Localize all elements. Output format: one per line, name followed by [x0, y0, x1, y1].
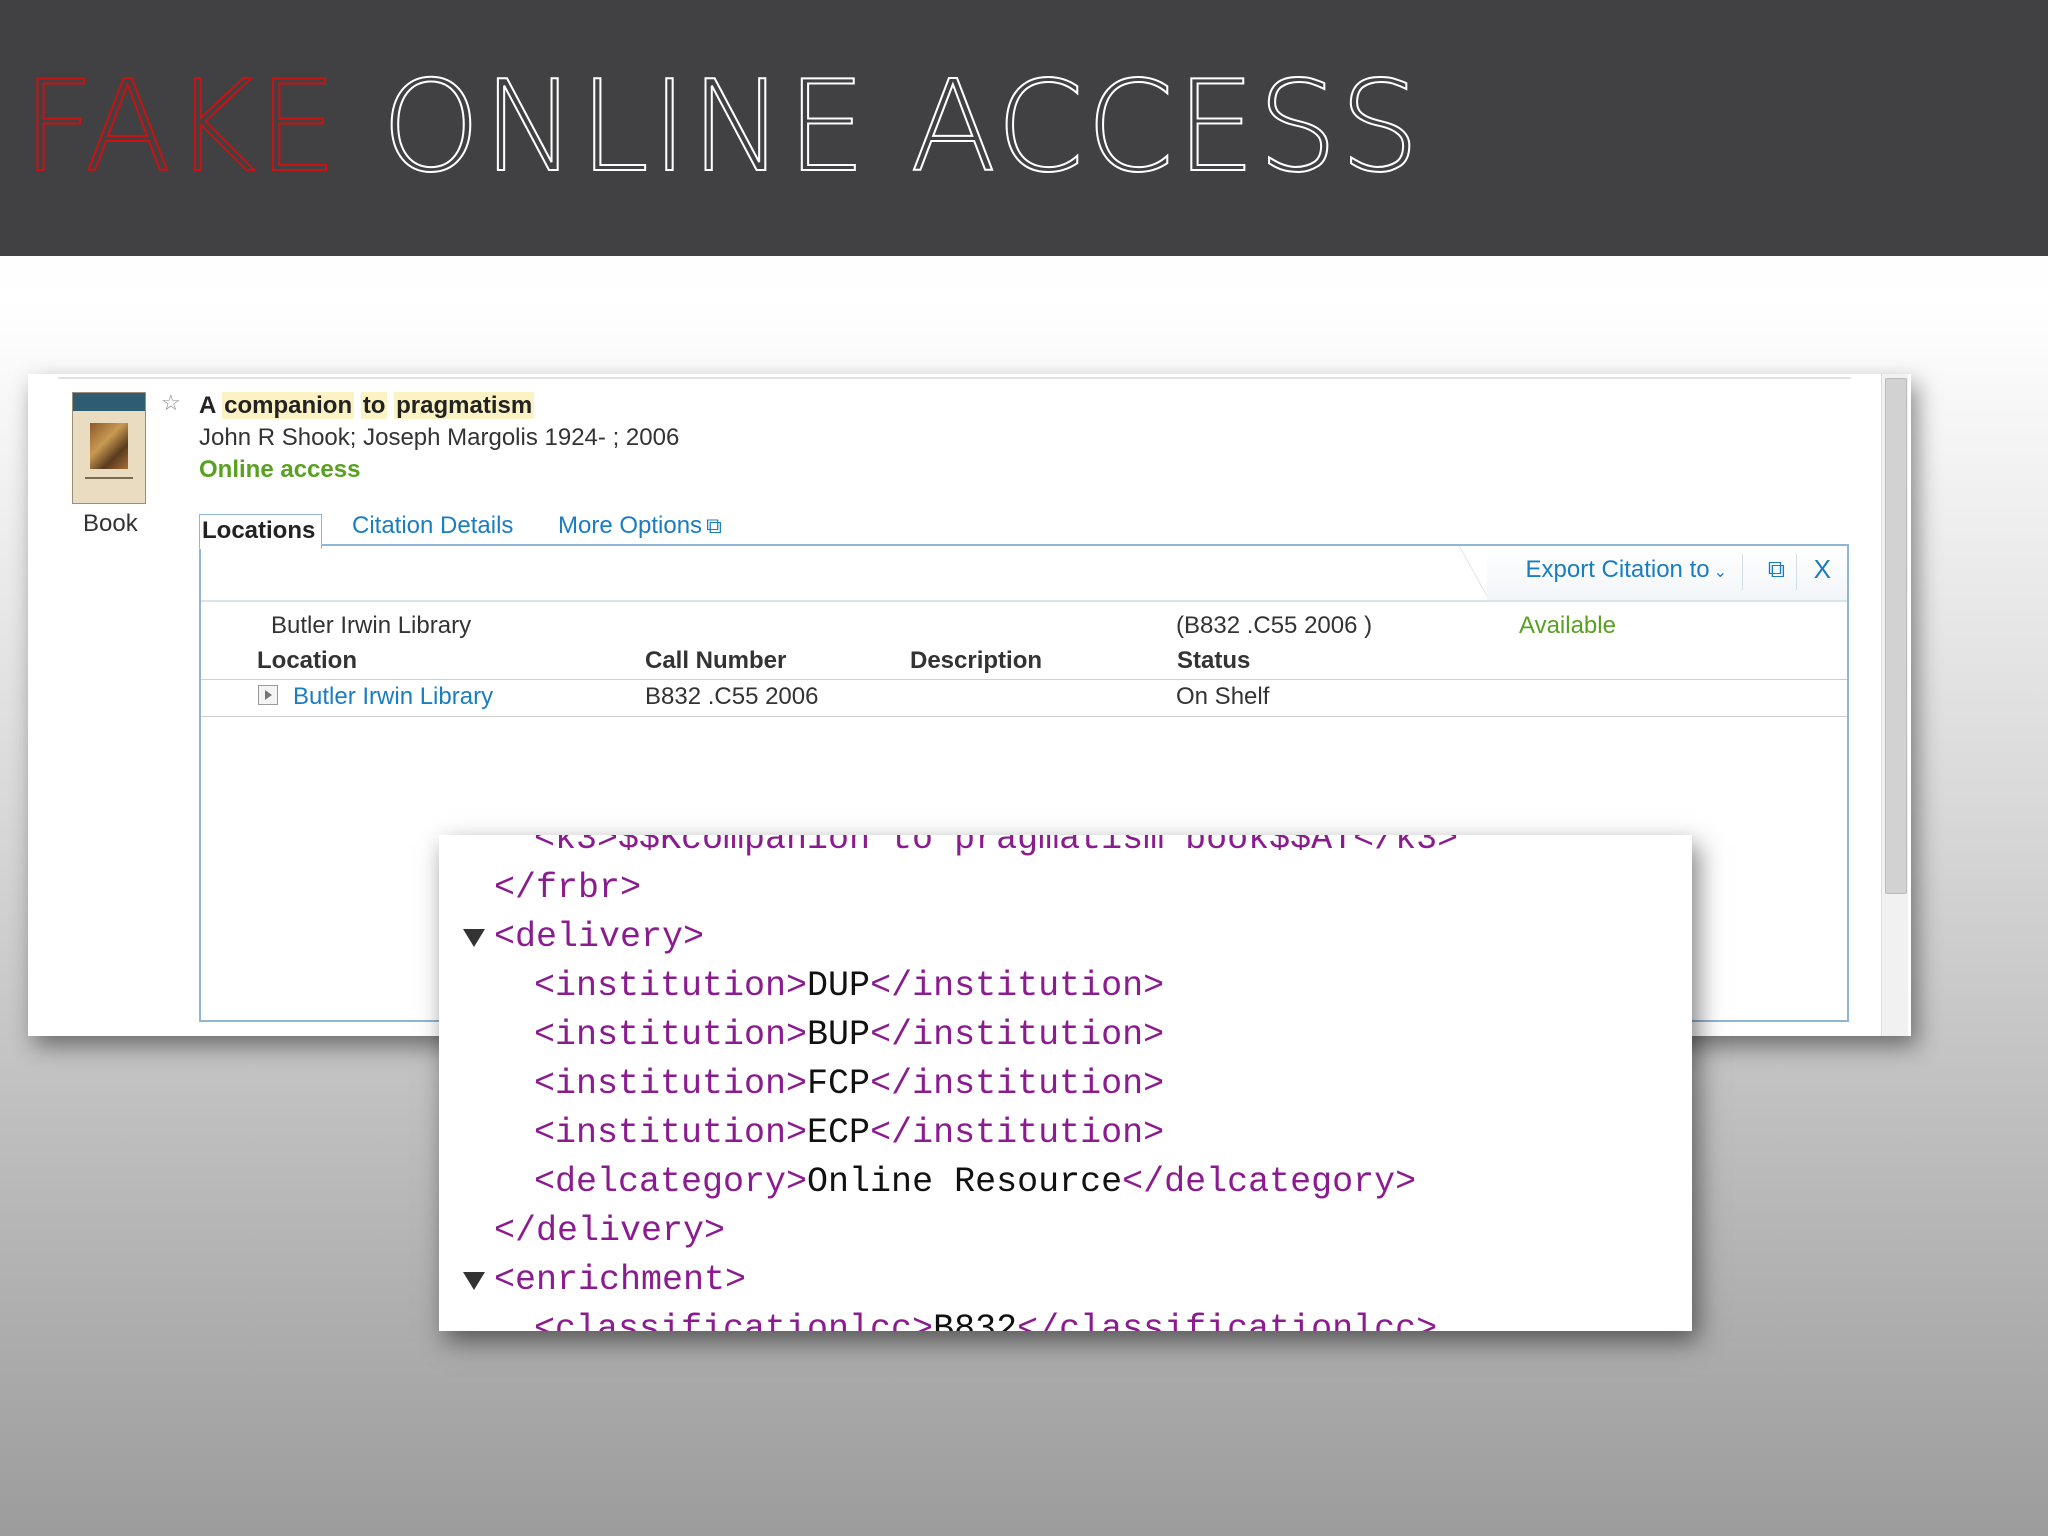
xml-open-tag: <institution> [534, 966, 808, 1006]
xml-open-tag: <institution> [534, 1015, 808, 1055]
format-label: Book [83, 510, 138, 537]
star-icon[interactable]: ☆ [161, 390, 181, 416]
column-header-status: Status [1177, 647, 1251, 674]
cover-text-line [85, 477, 133, 479]
xml-line-delivery-close: </delivery> [494, 1211, 726, 1251]
collapse-triangle-icon[interactable] [463, 929, 485, 947]
toolbar-separator [1796, 554, 1797, 590]
vertical-scrollbar[interactable] [1881, 374, 1908, 1036]
title-highlight-word: pragmatism [394, 392, 535, 419]
xml-close-tag: </delcategory> [1122, 1162, 1417, 1202]
row-divider [201, 716, 1847, 717]
library-group-name: Butler Irwin Library [271, 612, 472, 639]
xml-open-tag: <institution> [534, 1064, 808, 1104]
availability-link[interactable]: Online access [199, 456, 360, 484]
close-panel-button[interactable]: X [1814, 554, 1831, 585]
xml-open-tag: <delcategory> [534, 1162, 808, 1202]
xml-close-tag: </institution> [870, 966, 1165, 1006]
slide-title-rest: ONLINE ACCESS [380, 53, 1422, 200]
xml-line-classification: <classificationlcc>B832</classificationl… [534, 1309, 1437, 1331]
column-header-call-number: Call Number [645, 647, 787, 674]
tab-more-options-label: More Options [558, 512, 703, 539]
slide-title-bar: FAKE ONLINE ACCESS [0, 0, 2048, 256]
cover-art [90, 423, 128, 469]
toolbar-edge [1459, 546, 1489, 600]
collapse-triangle-icon[interactable] [463, 1272, 485, 1290]
xml-close-tag: </institution> [870, 1015, 1165, 1055]
title-highlight-word: to [360, 392, 388, 419]
xml-value: DUP [807, 966, 871, 1006]
xml-value: FCP [807, 1064, 871, 1104]
xml-line-enrichment-open: <enrichment> [494, 1260, 747, 1300]
chevron-down-icon: ⌄ [1713, 564, 1727, 581]
xml-close-tag: </institution> [870, 1064, 1165, 1104]
xml-line-institution: <institution>FCP</institution> [534, 1064, 1164, 1104]
xml-value: BUP [807, 1015, 871, 1055]
column-header-description: Description [910, 647, 1043, 674]
scrollbar-thumb[interactable] [1885, 378, 1907, 894]
panel-divider [201, 600, 1847, 602]
xml-source-overlay: <k3>$$Kcompanion to pragmatism book$$AT<… [439, 835, 1692, 1331]
export-citation-label: Export Citation to [1525, 556, 1710, 583]
title-highlight-word: companion [222, 392, 355, 419]
xml-line-institution: <institution>DUP</institution> [534, 966, 1164, 1006]
record-title[interactable]: A companion to pragmatism [199, 392, 535, 420]
xml-line-institution: <institution>ECP</institution> [534, 1113, 1164, 1153]
xml-open-tag: <classificationlcc> [534, 1309, 934, 1331]
tab-more-options[interactable]: More Options ⧉ [558, 512, 722, 544]
slide-title-highlight: FAKE [21, 53, 340, 200]
panel-toolbar: Export Citation to ⌄ ⧉ X [1487, 546, 1847, 600]
status-cell: On Shelf [1176, 683, 1270, 710]
call-number-cell: B832 .C55 2006 [645, 683, 819, 710]
location-link[interactable]: Butler Irwin Library [293, 683, 493, 711]
xml-line-k3: <k3>$$Kcompanion to pragmatism book$$AT<… [534, 835, 1459, 859]
top-divider [58, 377, 1851, 379]
book-cover-thumbnail[interactable] [72, 392, 146, 504]
xml-line-frbr-close: </frbr> [494, 868, 642, 908]
toolbar-separator [1742, 554, 1743, 590]
xml-line-institution: <institution>BUP</institution> [534, 1015, 1164, 1055]
expand-row-icon[interactable] [258, 685, 278, 705]
library-group-status: Available [1519, 612, 1616, 639]
library-group-call-number: (B832 .C55 2006 ) [1176, 612, 1373, 639]
tab-locations[interactable]: Locations [199, 514, 323, 549]
slide-title: FAKE ONLINE ACCESS [21, 56, 1422, 197]
tab-citation-details[interactable]: Citation Details [352, 512, 513, 544]
xml-line-delivery-open: <delivery> [494, 917, 705, 957]
xml-value: ECP [807, 1113, 871, 1153]
xml-open-tag: <institution> [534, 1113, 808, 1153]
xml-close-tag: </classificationlcc> [1017, 1309, 1438, 1331]
header-divider [201, 679, 1847, 680]
record-authors: John R Shook; Joseph Margolis 1924- ; 20… [199, 424, 680, 451]
xml-close-tag: </institution> [870, 1113, 1165, 1153]
column-header-location: Location [257, 647, 357, 674]
popout-icon[interactable]: ⧉ [1768, 556, 1785, 584]
xml-value: B832 [933, 1309, 1018, 1331]
export-citation-button[interactable]: Export Citation to ⌄ [1526, 556, 1728, 584]
external-link-icon: ⧉ [706, 513, 722, 538]
title-word: A [199, 392, 216, 419]
xml-line-delcategory: <delcategory>Online Resource</delcategor… [534, 1162, 1416, 1202]
xml-value: Online Resource [807, 1162, 1123, 1202]
